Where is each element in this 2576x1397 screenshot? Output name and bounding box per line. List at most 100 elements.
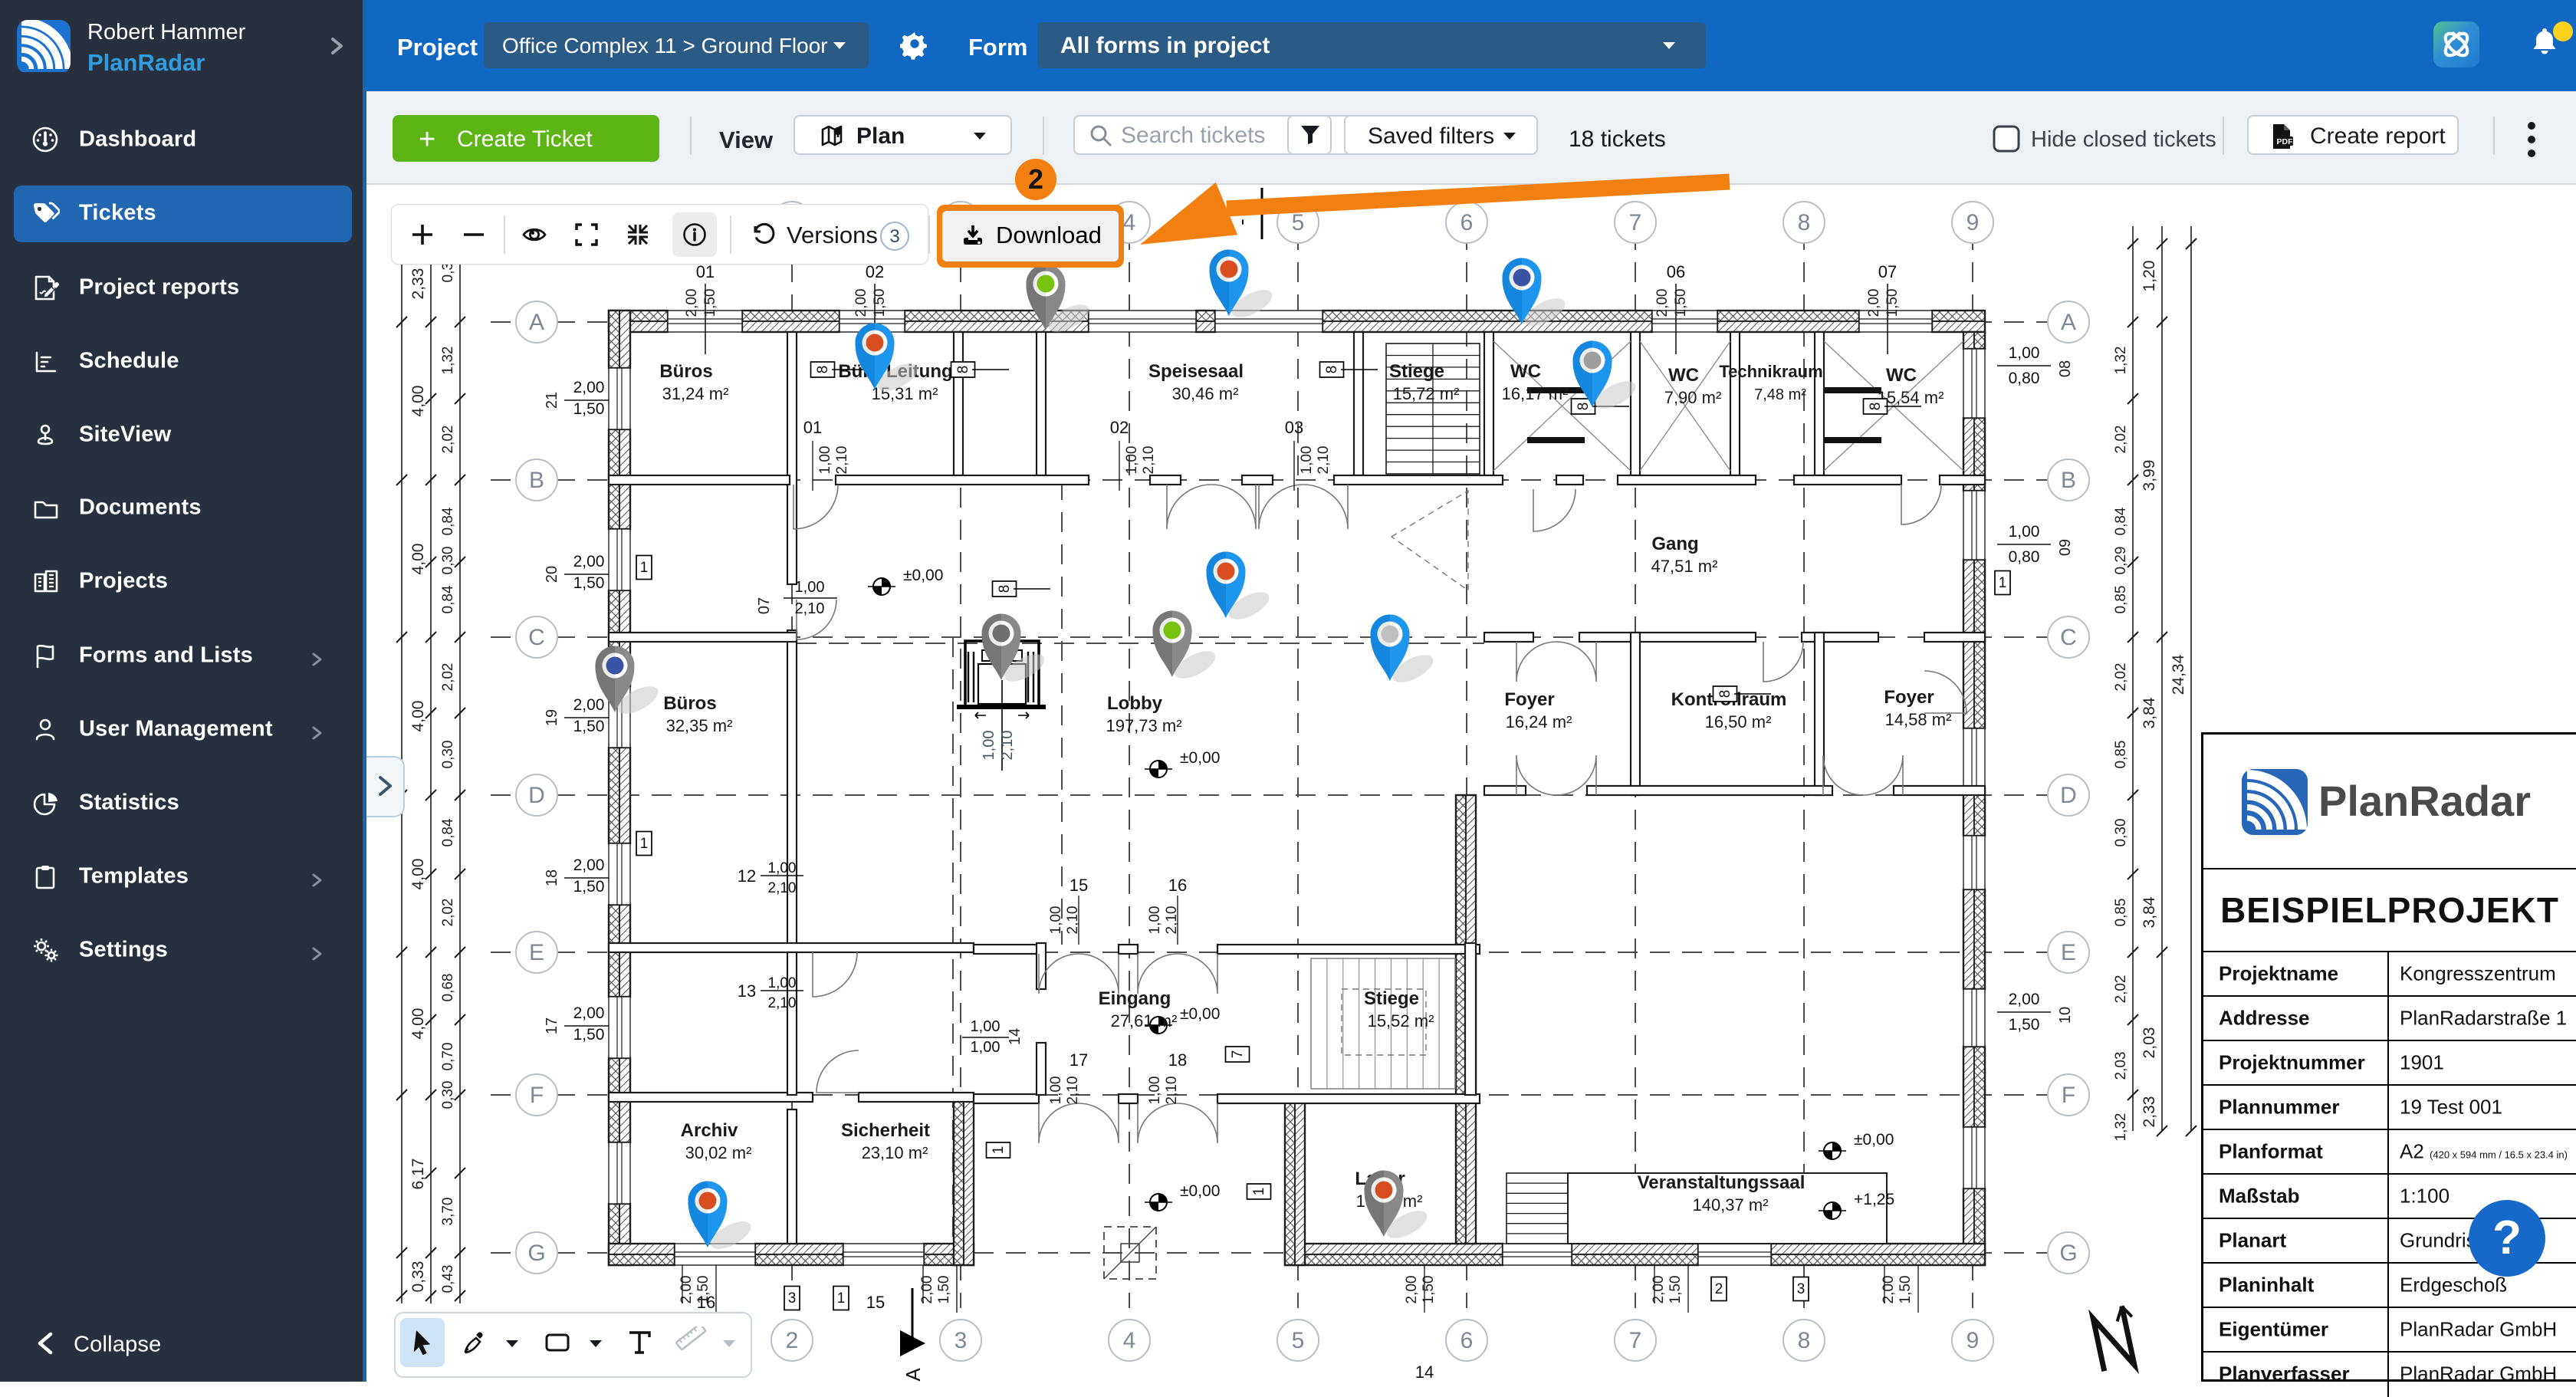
svg-text:WC: WC	[1886, 365, 1917, 386]
svg-text:197,73 m²: 197,73 m²	[1106, 716, 1181, 735]
svg-text:2,33: 2,33	[2141, 1096, 2158, 1128]
svg-text:1,50: 1,50	[1884, 289, 1901, 317]
svg-text:B: B	[529, 468, 544, 493]
svg-text:2,00: 2,00	[573, 379, 605, 396]
svg-text:16,17 m²: 16,17 m²	[1502, 384, 1569, 403]
svg-text:1,50: 1,50	[702, 289, 718, 317]
svg-text:0,30: 0,30	[440, 741, 456, 769]
svg-text:1,00: 1,00	[1299, 446, 1315, 475]
svg-text:1,50: 1,50	[1898, 1276, 1914, 1304]
svg-text:Speisesaal: Speisesaal	[1148, 361, 1244, 382]
svg-text:2,00: 2,00	[573, 856, 605, 874]
svg-text:23,10 m²: 23,10 m²	[862, 1143, 928, 1162]
svg-text:2,10: 2,10	[999, 731, 1016, 761]
svg-text:2,10: 2,10	[795, 600, 825, 617]
svg-text:PDF: PDF	[2277, 137, 2294, 146]
svg-text:7,90 m²: 7,90 m²	[1664, 388, 1722, 407]
svg-text:1,00: 1,00	[1147, 1077, 1163, 1105]
svg-text:Foyer: Foyer	[1884, 687, 1934, 708]
svg-text:2,10: 2,10	[1141, 446, 1157, 475]
svg-text:8: 8	[1717, 690, 1733, 698]
svg-text:2,00: 2,00	[1404, 1276, 1420, 1304]
svg-text:27,61 m²: 27,61 m²	[1111, 1011, 1178, 1030]
svg-text:Büros: Büros	[663, 693, 716, 714]
svg-text:1,00: 1,00	[1048, 1077, 1064, 1105]
svg-text:06: 06	[1667, 262, 1685, 281]
svg-text:1,20: 1,20	[2141, 261, 2158, 292]
svg-text:D: D	[528, 783, 545, 808]
svg-text:8: 8	[1324, 366, 1340, 374]
svg-text:1,50: 1,50	[1673, 289, 1689, 317]
svg-text:2,02: 2,02	[440, 663, 456, 692]
svg-text:12: 12	[738, 866, 756, 886]
svg-text:0,30: 0,30	[440, 1081, 456, 1109]
svg-text:2,33: 2,33	[409, 268, 427, 300]
svg-text:2,10: 2,10	[834, 446, 850, 475]
svg-text:1,50: 1,50	[1668, 1276, 1684, 1304]
svg-text:1: 1	[991, 1146, 1007, 1155]
svg-text:2,02: 2,02	[2113, 975, 2129, 1004]
svg-text:B: B	[2061, 468, 2076, 493]
svg-text:Lobby: Lobby	[1107, 693, 1163, 714]
svg-text:15,72 m²: 15,72 m²	[1393, 384, 1460, 403]
svg-text:15: 15	[1070, 876, 1088, 895]
svg-text:E: E	[2061, 940, 2076, 965]
svg-text:1,50: 1,50	[573, 878, 605, 896]
svg-text:1: 1	[640, 836, 649, 852]
svg-text:14,58 m²: 14,58 m²	[1885, 710, 1952, 729]
svg-text:15,52 m²: 15,52 m²	[1368, 1011, 1434, 1030]
svg-text:0,68: 0,68	[440, 974, 456, 1002]
svg-text:2,00: 2,00	[1654, 289, 1671, 317]
svg-text:7: 7	[1230, 1050, 1246, 1059]
svg-text:1,00: 1,00	[1048, 906, 1064, 935]
svg-text:WC: WC	[1510, 361, 1541, 382]
svg-text:2,02: 2,02	[2113, 663, 2129, 692]
svg-text:1: 1	[1251, 1188, 1267, 1196]
svg-text:1,50: 1,50	[2009, 1016, 2040, 1034]
svg-text:Sicherheit: Sicherheit	[841, 1120, 930, 1141]
svg-text:F: F	[2062, 1083, 2075, 1108]
svg-text:2,00: 2,00	[919, 1276, 935, 1304]
svg-text:2,00: 2,00	[853, 289, 869, 317]
svg-text:1,00: 1,00	[768, 975, 797, 991]
svg-text:1,32: 1,32	[2113, 347, 2129, 375]
svg-text:1,00: 1,00	[817, 446, 833, 475]
svg-text:8: 8	[997, 585, 1013, 593]
svg-text:0,30: 0,30	[440, 547, 456, 575]
svg-text:2: 2	[786, 1328, 799, 1353]
svg-text:A: A	[529, 310, 544, 335]
svg-text:1: 1	[1999, 575, 2007, 591]
svg-text:8: 8	[815, 366, 831, 374]
svg-text:2,03: 2,03	[2113, 1052, 2129, 1080]
svg-text:Technikraum: Technikraum	[1719, 362, 1822, 381]
svg-text:0,80: 0,80	[2009, 548, 2040, 566]
svg-text:16,24 m²: 16,24 m²	[1506, 712, 1572, 731]
svg-text:1,32: 1,32	[440, 347, 456, 375]
svg-text:2,00: 2,00	[1651, 1276, 1667, 1304]
svg-text:01: 01	[803, 418, 822, 437]
svg-text:0,43: 0,43	[440, 1265, 456, 1293]
svg-text:±0,00: ±0,00	[1180, 749, 1220, 767]
svg-text:A: A	[2061, 310, 2076, 335]
svg-text:13: 13	[738, 981, 756, 1001]
svg-text:8: 8	[955, 366, 971, 374]
svg-text:1,00: 1,00	[971, 1039, 1001, 1056]
svg-text:2,10: 2,10	[1164, 1077, 1180, 1105]
svg-text:32,35 m²: 32,35 m²	[666, 716, 733, 735]
svg-text:G: G	[527, 1241, 545, 1266]
svg-text:2,10: 2,10	[768, 880, 797, 896]
svg-text:0,33: 0,33	[409, 1261, 427, 1293]
svg-text:1,00: 1,00	[2009, 523, 2040, 541]
svg-text:±0,00: ±0,00	[1180, 1005, 1220, 1023]
svg-text:19: 19	[544, 709, 560, 726]
svg-text:3: 3	[1797, 1281, 1806, 1297]
svg-text:1,50: 1,50	[1421, 1276, 1437, 1304]
svg-text:1: 1	[640, 560, 649, 576]
svg-text:9: 9	[1967, 210, 1980, 235]
svg-text:7,48 m²: 7,48 m²	[1754, 386, 1806, 403]
svg-text:8: 8	[1798, 1328, 1811, 1353]
svg-text:6,17: 6,17	[409, 1159, 427, 1190]
svg-text:2,00: 2,00	[678, 1276, 695, 1304]
svg-text:0,85: 0,85	[2113, 741, 2129, 769]
svg-text:2,00: 2,00	[573, 1004, 605, 1022]
